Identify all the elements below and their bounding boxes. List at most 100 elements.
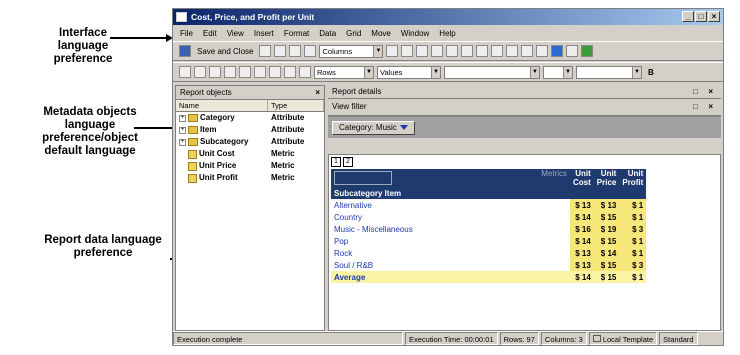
export-icon[interactable] bbox=[566, 45, 579, 57]
values-combo[interactable]: Values ▼ bbox=[377, 65, 441, 79]
table-icon[interactable] bbox=[431, 45, 444, 57]
row-header[interactable]: Subcategory Item bbox=[331, 187, 647, 199]
subcategory-link[interactable]: Soul / R&B bbox=[331, 259, 570, 271]
page-1-button[interactable]: 1 bbox=[331, 157, 341, 167]
panel-controls[interactable]: □ × bbox=[693, 85, 717, 98]
design-view-icon[interactable] bbox=[224, 66, 236, 78]
filter-icon[interactable] bbox=[299, 66, 311, 78]
expand-icon[interactable]: + bbox=[179, 126, 186, 134]
menu-data[interactable]: Data bbox=[318, 29, 337, 38]
metric-icon bbox=[188, 161, 197, 171]
app-window: Cost, Price, and Profit per Unit _ □ × F… bbox=[172, 8, 724, 346]
object-browser-icon[interactable] bbox=[284, 66, 296, 78]
drill-icon[interactable] bbox=[194, 66, 206, 78]
chevron-down-icon: ▼ bbox=[364, 66, 373, 78]
print-icon[interactable] bbox=[289, 45, 302, 57]
menu-grid[interactable]: Grid bbox=[345, 29, 362, 38]
status-rows: Rows: 97 bbox=[499, 332, 539, 345]
subcategory-link[interactable]: Country bbox=[331, 211, 570, 223]
page-by-button[interactable]: Category: Music bbox=[332, 121, 415, 135]
grid-icon[interactable] bbox=[386, 45, 399, 57]
object-row[interactable]: + Item Attribute bbox=[176, 124, 324, 136]
page-2-button[interactable]: 2 bbox=[343, 157, 353, 167]
status-message: Execution complete bbox=[173, 332, 403, 345]
menu-insert[interactable]: Insert bbox=[253, 29, 275, 38]
average-label[interactable]: Average bbox=[331, 271, 570, 283]
metric-value: $ 1 bbox=[619, 271, 647, 283]
columns-combo[interactable]: Columns ▼ bbox=[319, 44, 384, 58]
corner-cell bbox=[331, 169, 395, 187]
panel-controls[interactable]: □ × bbox=[693, 99, 717, 115]
col-header-unit-price[interactable]: Unit Price bbox=[593, 169, 620, 187]
close-button[interactable]: × bbox=[708, 11, 720, 22]
excel-icon[interactable] bbox=[581, 45, 594, 57]
menu-file[interactable]: File bbox=[179, 29, 194, 38]
callout-arrow-1 bbox=[110, 37, 168, 39]
bold-button[interactable]: B bbox=[645, 68, 657, 77]
wizard-icon[interactable] bbox=[179, 66, 191, 78]
col-type-header[interactable]: Type bbox=[268, 100, 324, 111]
pivot-icon[interactable] bbox=[401, 45, 414, 57]
sort-desc-icon[interactable] bbox=[491, 45, 504, 57]
toolbar-standard: Save and Close Columns ▼ bbox=[173, 41, 723, 61]
menu-format[interactable]: Format bbox=[283, 29, 310, 38]
font-size-combo[interactable]: ▼ bbox=[543, 65, 573, 79]
menu-move[interactable]: Move bbox=[370, 29, 392, 38]
menu-window[interactable]: Window bbox=[400, 29, 430, 38]
view-filter-header: View filter □ × bbox=[328, 99, 721, 116]
object-row[interactable]: + Subcategory Attribute bbox=[176, 136, 324, 148]
expand-icon[interactable]: + bbox=[179, 114, 186, 122]
object-row[interactable]: + Category Attribute bbox=[176, 112, 324, 124]
menu-help[interactable]: Help bbox=[438, 29, 456, 38]
print-preview-icon[interactable] bbox=[274, 45, 287, 57]
style-combo[interactable]: ▼ bbox=[576, 65, 642, 79]
col-name-header[interactable]: Name bbox=[176, 100, 268, 111]
subcategory-link[interactable]: Alternative bbox=[331, 199, 570, 211]
report-details-title: Report details bbox=[332, 87, 382, 96]
metric-value: $ 3 bbox=[619, 259, 647, 271]
report-objects-title: Report objects bbox=[180, 88, 232, 97]
metric-value: $ 14 bbox=[570, 271, 594, 283]
menu-edit[interactable]: Edit bbox=[202, 29, 218, 38]
subcategory-link[interactable]: Music - Miscellaneous bbox=[331, 223, 570, 235]
font-combo[interactable]: ▼ bbox=[444, 65, 540, 79]
chart-icon[interactable] bbox=[446, 45, 459, 57]
object-row[interactable]: Unit Cost Metric bbox=[176, 148, 324, 160]
book-icon[interactable] bbox=[259, 45, 272, 57]
metric-value: $ 15 bbox=[593, 259, 620, 271]
metric-icon bbox=[188, 173, 197, 183]
subcategory-link[interactable]: Rock bbox=[331, 247, 570, 259]
object-row[interactable]: Unit Price Metric bbox=[176, 160, 324, 172]
subcategory-link[interactable]: Pop bbox=[331, 235, 570, 247]
metric-value: $ 14 bbox=[570, 235, 594, 247]
help-icon[interactable] bbox=[551, 45, 564, 57]
traffic-light-icon[interactable] bbox=[521, 45, 534, 57]
expand-icon[interactable]: + bbox=[179, 138, 186, 146]
graph-view-icon[interactable] bbox=[254, 66, 266, 78]
metric-value: $ 14 bbox=[570, 211, 594, 223]
threshold-icon[interactable] bbox=[506, 45, 519, 57]
sort-asc-icon[interactable] bbox=[476, 45, 489, 57]
sql-view-icon[interactable] bbox=[269, 66, 281, 78]
callout-report-language: Report data language preference bbox=[44, 234, 162, 259]
grid-view-icon[interactable] bbox=[239, 66, 251, 78]
object-name: Category bbox=[200, 113, 235, 122]
swap-icon[interactable] bbox=[416, 45, 429, 57]
object-row[interactable]: Unit Profit Metric bbox=[176, 172, 324, 184]
close-icon[interactable]: × bbox=[315, 86, 320, 99]
table-row: Country $ 14 $ 15 $ 1 bbox=[331, 211, 647, 223]
table-row: Average $ 14 $ 15 $ 1 bbox=[331, 271, 647, 283]
query-icon[interactable] bbox=[209, 66, 221, 78]
subtotals-icon[interactable] bbox=[536, 45, 549, 57]
refresh-icon[interactable] bbox=[461, 45, 474, 57]
email-icon[interactable] bbox=[304, 45, 317, 57]
col-header-unit-profit[interactable]: Unit Profit bbox=[619, 169, 647, 187]
object-type: Metric bbox=[271, 173, 295, 182]
rows-combo[interactable]: Rows ▼ bbox=[314, 65, 374, 79]
maximize-button[interactable]: □ bbox=[695, 11, 707, 22]
minimize-button[interactable]: _ bbox=[682, 11, 694, 22]
col-header-unit-cost[interactable]: Unit Cost bbox=[570, 169, 594, 187]
save-and-close-button[interactable]: Save and Close bbox=[194, 47, 256, 56]
menu-view[interactable]: View bbox=[226, 29, 245, 38]
save-icon bbox=[179, 45, 191, 57]
